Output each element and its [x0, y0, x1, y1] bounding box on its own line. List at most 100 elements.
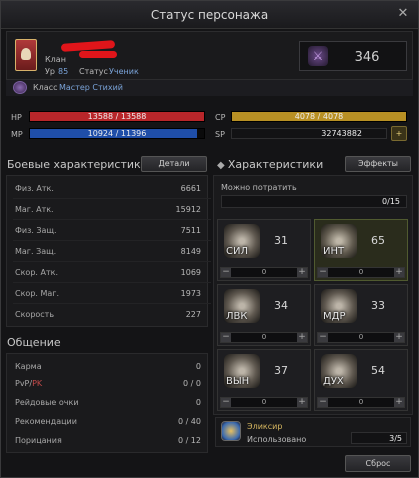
attribute-name: ИНТ	[323, 246, 345, 257]
minus-button[interactable]: −	[318, 398, 328, 407]
attribute-alloc-value: 0	[261, 268, 267, 276]
status-value: Ученик	[109, 67, 139, 76]
elixir-icon	[221, 421, 241, 441]
hp-label: HP	[11, 113, 22, 122]
diamond-icon: ◆	[217, 160, 228, 171]
divider	[13, 261, 211, 262]
elixir-used-field: 3/5	[351, 432, 407, 444]
combat-stat-label: Скор. Атк.	[15, 268, 58, 277]
cp-label: CP	[215, 113, 226, 122]
class-icon	[13, 81, 27, 94]
close-icon[interactable]: ✕	[396, 7, 410, 21]
minus-button[interactable]: −	[318, 333, 328, 342]
divider	[13, 303, 211, 304]
score-box: ⚔ 346	[299, 41, 407, 71]
attribute-tile: МДР 33 − 0 +	[314, 284, 408, 346]
sp-plus-button[interactable]: +	[391, 126, 407, 141]
attribute-allocator: − 0 +	[317, 397, 405, 408]
raid-label: Рейдовые очки	[15, 398, 79, 407]
combat-stat-value: 1069	[180, 268, 201, 277]
combat-stat-value: 6661	[180, 184, 201, 193]
character-status-window: Статус персонажа ✕ Клан Ур 85 Статус Уче…	[0, 0, 419, 478]
details-button[interactable]: Детали	[141, 156, 207, 172]
minus-button[interactable]: −	[221, 398, 231, 407]
mp-bar: 10924 / 11396	[29, 128, 205, 139]
reprimands-value: 0 / 12	[177, 436, 201, 445]
elixir-used-label: Использовано	[247, 435, 307, 444]
attrs-title-text: Характеристики	[227, 158, 324, 171]
combat-stat-row: Скор. Атк. 1069	[9, 264, 207, 280]
combat-stat-row: Скор. Маг. 1973	[9, 285, 207, 301]
can-spend-label: Можно потратить	[221, 183, 297, 192]
combat-stat-value: 8149	[180, 247, 201, 256]
status-label: Статус	[79, 67, 108, 76]
divider	[13, 219, 211, 220]
recommendations-label: Рекомендации	[15, 417, 77, 426]
pk-text: PK	[32, 379, 43, 388]
combat-stats-panel: Физ. Атк. 6661 Маг. Атк. 15912 Физ. Защ. 7511…	[6, 175, 211, 327]
minus-button[interactable]: −	[318, 268, 328, 277]
attribute-allocator: − 0 +	[220, 397, 308, 408]
combat-stat-label: Физ. Атк.	[15, 184, 54, 193]
sp-value: 32743882	[321, 129, 362, 138]
hp-bar-text: 13588 / 13588	[87, 112, 147, 121]
combat-stat-label: Маг. Атк.	[15, 205, 54, 214]
attribute-tile: ИНТ 65 − 0 +	[314, 219, 408, 281]
cp-bar: 4078 / 4078	[231, 111, 407, 122]
social-panel: Карма 0 PvP/PK 0 / 0 Рейдовые очки 0 Рек…	[6, 353, 208, 453]
minus-button[interactable]: −	[221, 268, 231, 277]
combat-stat-value: 1973	[180, 289, 201, 298]
sp-label: SP	[215, 130, 225, 139]
attribute-value: 31	[274, 234, 288, 247]
attribute-allocator: − 0 +	[317, 332, 405, 343]
plus-button[interactable]: +	[297, 333, 307, 342]
combat-stat-value: 227	[185, 310, 201, 319]
attribute-allocator: − 0 +	[317, 267, 405, 278]
mp-bar-text: 10924 / 11396	[87, 129, 147, 138]
attribute-tile: ДУХ 54 − 0 +	[314, 349, 408, 411]
attribute-name: СИЛ	[226, 246, 248, 257]
clan-crest-icon	[15, 39, 37, 71]
combat-stat-label: Скор. Маг.	[15, 289, 60, 298]
plus-button[interactable]: +	[394, 398, 404, 407]
score-value: 346	[354, 50, 380, 65]
combat-stat-row: Скорость 227	[9, 306, 207, 322]
can-spend-value: 0/15	[382, 197, 400, 206]
cp-bar-text: 4078 / 4078	[294, 112, 344, 121]
karma-row: Карма 0	[9, 358, 207, 374]
attribute-tile: ВЫН 37 − 0 +	[217, 349, 311, 411]
attribute-value: 33	[371, 299, 385, 312]
recommendations-row: Рекомендации 0 / 40	[9, 413, 207, 429]
plus-button[interactable]: +	[394, 333, 404, 342]
combat-stat-value: 7511	[180, 226, 201, 235]
minus-button[interactable]: −	[221, 333, 231, 342]
effects-button[interactable]: Эффекты	[345, 156, 411, 172]
attribute-name: ЛВК	[226, 311, 248, 322]
redacted-clan-mark	[79, 51, 117, 58]
attribute-tile: СИЛ 31 − 0 +	[217, 219, 311, 281]
reset-button[interactable]: Сброс	[345, 455, 411, 472]
karma-label: Карма	[15, 362, 42, 371]
attribute-tile: ЛВК 34 − 0 +	[217, 284, 311, 346]
attribute-value: 54	[371, 364, 385, 377]
attribute-allocator: − 0 +	[220, 332, 308, 343]
attribute-value: 34	[274, 299, 288, 312]
mp-label: MP	[11, 130, 23, 139]
title-bar[interactable]: Статус персонажа ✕	[1, 1, 418, 29]
elixir-label: Эликсир	[247, 422, 283, 431]
recommendations-value: 0 / 40	[177, 417, 201, 426]
divider	[13, 198, 211, 199]
raid-value: 0	[195, 398, 201, 407]
social-section-title: Общение	[7, 336, 61, 349]
plus-button[interactable]: +	[297, 398, 307, 407]
combat-stat-row: Маг. Защ. 8149	[9, 243, 207, 259]
reprimands-row: Порицания 0 / 12	[9, 432, 207, 448]
combat-stat-value: 15912	[175, 205, 201, 214]
combat-stat-label: Физ. Защ.	[15, 226, 57, 235]
plus-button[interactable]: +	[297, 268, 307, 277]
attribute-alloc-value: 0	[358, 268, 364, 276]
elixir-used-value: 3/5	[389, 434, 402, 443]
plus-button[interactable]: +	[394, 268, 404, 277]
attribute-alloc-value: 0	[261, 398, 267, 406]
hp-bar: 13588 / 13588	[29, 111, 205, 122]
